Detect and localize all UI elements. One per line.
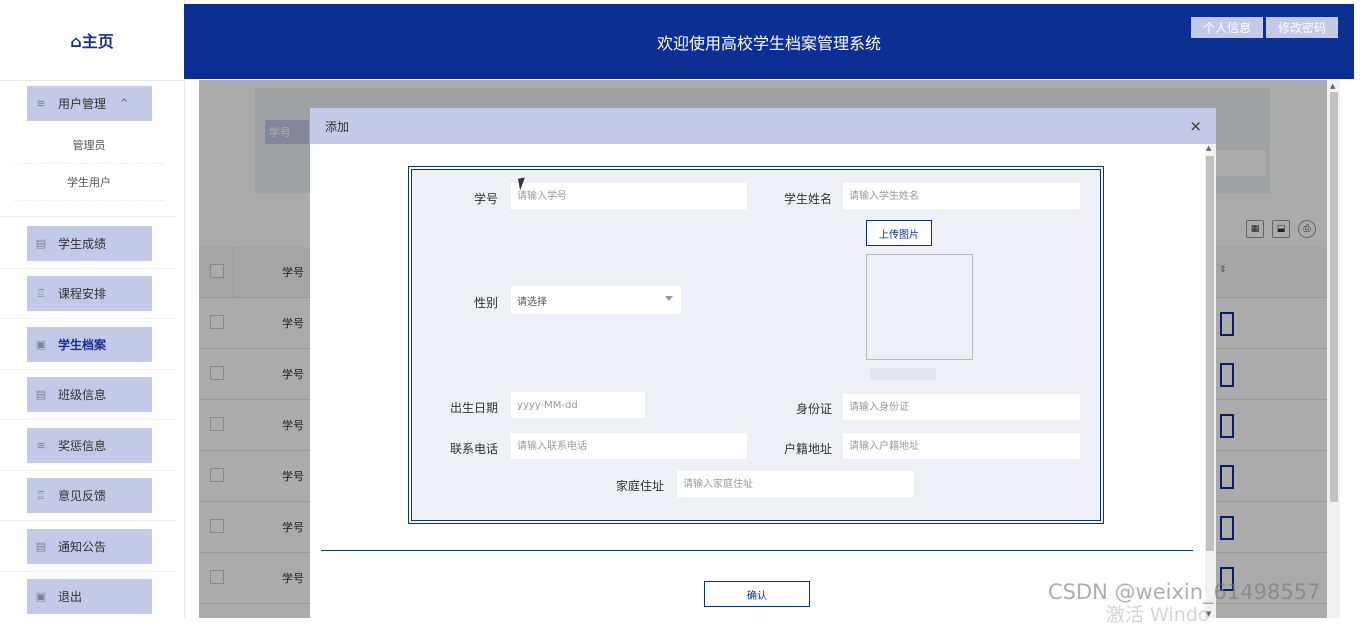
menu-notices[interactable]: ▤ 通知公告	[27, 528, 152, 564]
menu-row: ≋ 奖惩信息	[0, 420, 176, 471]
preview-caption	[870, 368, 936, 380]
add-dialog: 添加 × 学号 学生姓名 上传图片 性别 请选择 出生日期 身份证	[310, 108, 1216, 618]
menu-label: 意见反馈	[58, 488, 107, 503]
menu-row: ▤ 学生成绩	[0, 218, 176, 269]
menu-row: ▤ 班级信息	[0, 369, 176, 420]
profile-button[interactable]: 个人信息	[1191, 17, 1263, 38]
submenu-student-user[interactable]: 学生用户	[14, 164, 164, 201]
close-icon[interactable]: ×	[1189, 117, 1202, 135]
id-card-label: 身份证	[795, 402, 832, 416]
scrollbar-thumb[interactable]	[1330, 92, 1338, 502]
page-scrollbar[interactable]: ▲	[1327, 80, 1340, 618]
menu-row: ▤ 通知公告	[0, 521, 176, 572]
form-area: 学号 学生姓名 上传图片 性别 请选择 出生日期 身份证 联系电话 户	[411, 169, 1101, 521]
home-link[interactable]: ⌂主页	[0, 0, 184, 81]
home-address-input[interactable]	[677, 471, 914, 497]
window-edge	[1354, 0, 1366, 618]
student-name-label: 学生姓名	[783, 192, 832, 206]
dialog-header: 添加 ×	[310, 108, 1216, 144]
menu-user-management[interactable]: ≋ 用户管理 ^	[27, 86, 152, 121]
scrollbar-thumb[interactable]	[1206, 156, 1214, 551]
home-label: ⌂主页	[70, 32, 114, 51]
change-password-button[interactable]: 修改密码	[1266, 17, 1338, 38]
menu-row: ♖ 课程安排	[0, 268, 176, 319]
chevron-down-icon	[665, 296, 673, 301]
menu-label: 通知公告	[58, 539, 107, 554]
phone-label: 联系电话	[449, 442, 498, 456]
chevron-up-icon: ^	[120, 98, 129, 109]
cup-icon: ♖	[36, 488, 46, 502]
gender-value: 请选择	[517, 296, 547, 308]
menu-class-info[interactable]: ▤ 班级信息	[27, 376, 152, 412]
menu-label: 奖惩信息	[58, 438, 107, 453]
household-address-input[interactable]	[843, 433, 1080, 459]
student-name-input[interactable]	[843, 183, 1080, 209]
dialog-title: 添加	[325, 119, 350, 134]
birth-date-input[interactable]	[511, 392, 645, 418]
csdn-watermark: CSDN @weixin_61498557	[1048, 580, 1321, 604]
menu-label: 学生成绩	[58, 236, 107, 251]
dialog-scrollbar[interactable]: ▲ ▼	[1205, 144, 1216, 618]
student-no-input[interactable]	[511, 183, 747, 209]
menu-row: ▣ 学生档案	[0, 319, 176, 370]
birth-label: 出生日期	[449, 401, 498, 415]
form-frame: 学号 学生姓名 上传图片 性别 请选择 出生日期 身份证 联系电话 户	[408, 166, 1104, 524]
menu-feedback[interactable]: ♖ 意见反馈	[27, 477, 152, 513]
phone-input[interactable]	[511, 433, 747, 459]
menu-student-scores[interactable]: ▤ 学生成绩	[27, 225, 152, 261]
grid-icon: ▤	[35, 539, 47, 553]
menu-row: ♖ 意见反馈	[0, 470, 176, 521]
scroll-up-icon[interactable]: ▲	[1206, 144, 1211, 152]
menu-logout[interactable]: ▣ 退出	[27, 578, 152, 614]
confirm-button[interactable]: 确认	[704, 581, 810, 607]
grid-icon: ▤	[35, 387, 47, 401]
doc-icon: ▣	[35, 337, 47, 351]
grid-icon: ▤	[35, 236, 47, 250]
user-mgmt-group: ≋ 用户管理 ^ 管理员 学生用户	[0, 86, 176, 217]
doc-icon: ▣	[35, 589, 47, 603]
cup-icon: ♖	[36, 286, 46, 300]
menu-course-schedule[interactable]: ♖ 课程安排	[27, 275, 152, 311]
id-card-input[interactable]	[843, 394, 1080, 420]
scroll-up-icon[interactable]: ▲	[1330, 82, 1335, 90]
activation-watermark: 激活 Windo	[1106, 604, 1210, 626]
dialog-divider	[321, 550, 1193, 551]
layers-icon: ≋	[36, 97, 46, 110]
menu-label: 退出	[58, 589, 83, 604]
household-label: 户籍地址	[783, 442, 832, 456]
image-preview	[866, 254, 973, 360]
home-address-label: 家庭住址	[615, 479, 664, 493]
menu-rewards-penalties[interactable]: ≋ 奖惩信息	[27, 427, 152, 463]
menu-label: 学生档案	[58, 337, 107, 352]
submenu-admin[interactable]: 管理员	[14, 127, 164, 164]
top-header: 欢迎使用高校学生档案管理系统 个人信息 修改密码	[184, 4, 1354, 79]
menu-label: 用户管理	[58, 97, 107, 111]
menu-student-archive[interactable]: ▣ 学生档案	[27, 326, 152, 362]
gender-select[interactable]: 请选择	[511, 286, 681, 314]
gender-label: 性别	[473, 296, 498, 310]
sidebar: ⌂主页 ≋ 用户管理 ^ 管理员 学生用户 ▤ 学生成绩 ♖ 课程安排 ▣ 学生…	[0, 0, 185, 618]
menu-label: 班级信息	[58, 387, 107, 402]
menu-row: ▣ 退出	[0, 571, 176, 621]
student-no-label: 学号	[473, 192, 498, 206]
menu-label: 课程安排	[58, 286, 107, 301]
page-title: 欢迎使用高校学生档案管理系统	[656, 34, 881, 53]
upload-image-button[interactable]: 上传图片	[866, 220, 932, 246]
layers-icon: ≋	[36, 438, 46, 452]
dialog-body: 学号 学生姓名 上传图片 性别 请选择 出生日期 身份证 联系电话 户	[310, 144, 1204, 618]
